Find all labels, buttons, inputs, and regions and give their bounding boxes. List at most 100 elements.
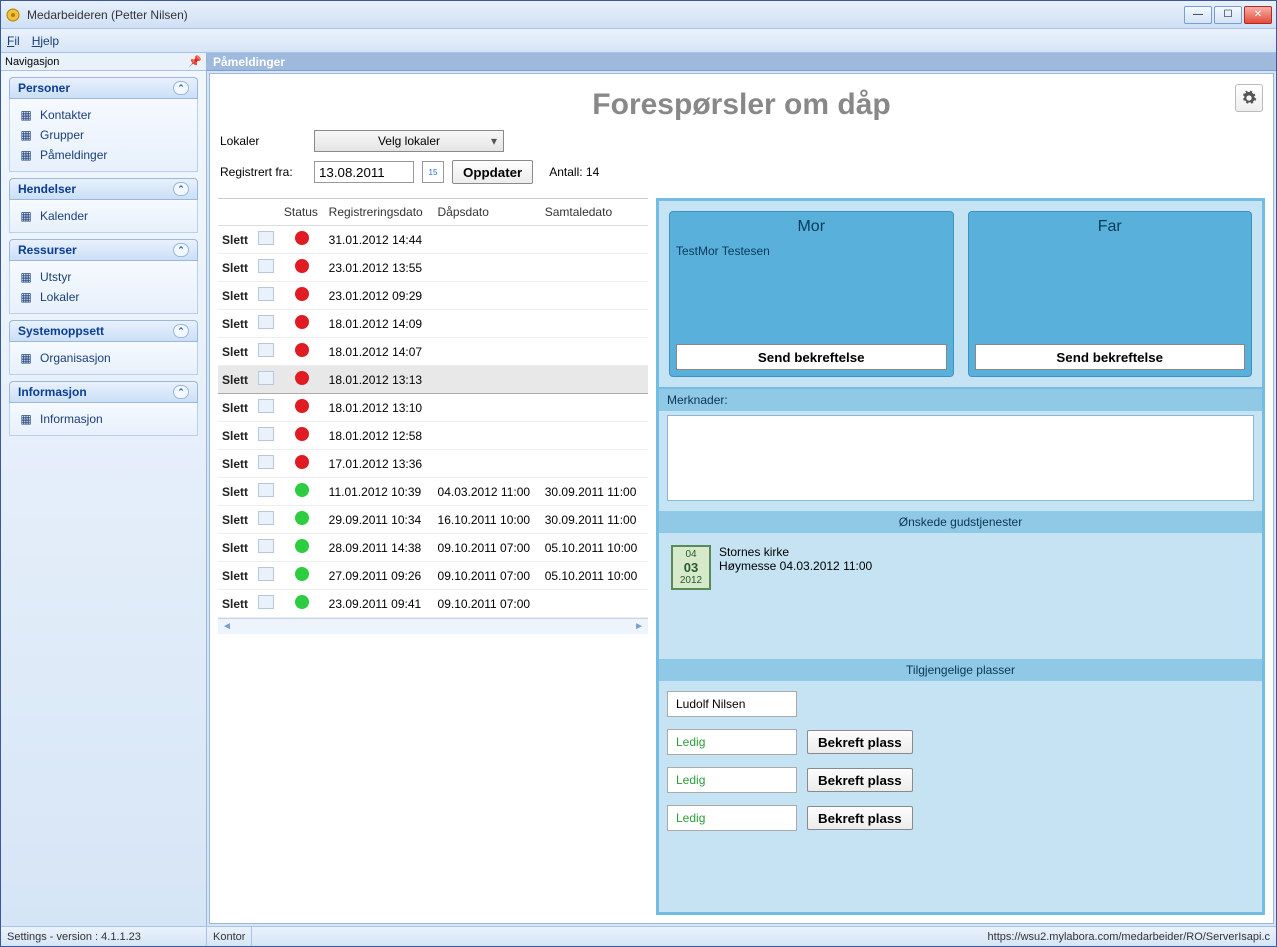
status-version: Settings - version : 4.1.1.23 (1, 927, 207, 946)
row-action-icon[interactable] (258, 231, 274, 245)
nav-item[interactable]: ▦Grupper (14, 125, 193, 145)
tab-signups[interactable]: Påmeldinger (213, 55, 285, 69)
delete-button[interactable]: Slett (222, 513, 248, 527)
table-row[interactable]: Slett 23.01.2012 13:55 (218, 254, 648, 282)
settings-button[interactable] (1235, 84, 1263, 112)
delete-button[interactable]: Slett (222, 233, 248, 247)
row-action-icon[interactable] (258, 315, 274, 329)
nav-item[interactable]: ▦Utstyr (14, 267, 193, 287)
cell-reg: 11.01.2012 10:39 (325, 478, 434, 506)
confirm-slot-button[interactable]: Bekreft plass (807, 768, 913, 792)
org-icon: ▦ (18, 351, 34, 365)
nav-group-header[interactable]: Hendelser⌃ (9, 178, 198, 200)
status-dot (295, 427, 309, 441)
row-action-icon[interactable] (258, 287, 274, 301)
nav-group-header[interactable]: Systemoppsett⌃ (9, 320, 198, 342)
h-scrollbar[interactable]: ◄ ► (218, 618, 648, 634)
confirm-slot-button[interactable]: Bekreft plass (807, 806, 913, 830)
delete-button[interactable]: Slett (222, 485, 248, 499)
nav-group-header[interactable]: Informasjon⌃ (9, 381, 198, 403)
menu-help[interactable]: Hjelp (32, 34, 59, 48)
minimize-button[interactable]: — (1184, 6, 1212, 24)
row-action-icon[interactable] (258, 427, 274, 441)
table-row[interactable]: Slett18.01.2012 13:10 (218, 394, 648, 422)
nav-item[interactable]: ▦Kalender (14, 206, 193, 226)
signup-icon: ▦ (18, 148, 34, 162)
nav-item[interactable]: ▦Kontakter (14, 105, 193, 125)
confirm-slot-button[interactable]: Bekreft plass (807, 730, 913, 754)
row-action-icon[interactable] (258, 455, 274, 469)
nav-group-header[interactable]: Ressurser⌃ (9, 239, 198, 261)
nav-header: Navigasjon 📌 (1, 53, 206, 71)
pin-icon[interactable]: 📌 (188, 55, 202, 68)
nav-group-header[interactable]: Personer⌃ (9, 77, 198, 99)
status-dot (295, 315, 309, 329)
registered-from-input[interactable] (314, 161, 414, 183)
update-button[interactable]: Oppdater (452, 160, 533, 184)
date-picker-button[interactable]: 15 (422, 161, 444, 183)
delete-button[interactable]: Slett (222, 429, 248, 443)
delete-button[interactable]: Slett (222, 373, 248, 387)
table-row[interactable]: Slett23.01.2012 09:29 (218, 282, 648, 310)
table-row[interactable]: Slett23.09.2011 09:4109.10.2011 07:00 (218, 590, 648, 618)
delete-button[interactable]: Slett (222, 597, 248, 611)
delete-button[interactable]: Slett (222, 569, 248, 583)
desired-services: Ønskede gudstjenester 04 03 2012 Stornes… (659, 511, 1262, 659)
nav-item[interactable]: ▦Påmeldinger (14, 145, 193, 165)
delete-button[interactable]: Slett (222, 541, 248, 555)
notes-box[interactable] (667, 415, 1254, 501)
row-action-icon[interactable] (258, 371, 274, 385)
delete-button[interactable]: Slett (222, 289, 248, 303)
requests-table: Status Registreringsdato Dåpsdato Samtal… (218, 198, 648, 915)
table-row[interactable]: Slett27.09.2011 09:2609.10.2011 07:0005.… (218, 562, 648, 590)
table-row[interactable]: Slett18.01.2012 14:07 (218, 338, 648, 366)
status-dot (295, 595, 309, 609)
table-row[interactable]: Slett18.01.2012 14:09 (218, 310, 648, 338)
row-action-icon[interactable] (258, 259, 274, 273)
cell-sam: 05.10.2011 10:00 (541, 562, 648, 590)
menu-file[interactable]: Fil (7, 34, 20, 48)
row-action-icon[interactable] (258, 595, 274, 609)
table-row[interactable]: Slett18.01.2012 13:13 (218, 366, 648, 394)
delete-button[interactable]: Slett (222, 317, 248, 331)
delete-button[interactable]: Slett (222, 401, 248, 415)
lokaler-select[interactable]: Velg lokaler (314, 130, 504, 152)
status-dot (295, 371, 309, 385)
close-button[interactable]: ✕ (1244, 6, 1272, 24)
table-row[interactable]: Slett29.09.2011 10:3416.10.2011 10:0030.… (218, 506, 648, 534)
mother-send-confirm-button[interactable]: Send bekreftelse (676, 344, 947, 370)
cell-dap: 16.10.2011 10:00 (434, 506, 541, 534)
row-action-icon[interactable] (258, 343, 274, 357)
table-row[interactable]: Slett11.01.2012 10:3904.03.2012 11:0030.… (218, 478, 648, 506)
nav-item-label: Utstyr (40, 270, 71, 284)
service-item[interactable]: 04 03 2012 Stornes kirke Høymesse 04.03.… (667, 541, 1254, 651)
table-row[interactable]: Slett18.01.2012 12:58 (218, 422, 648, 450)
cell-reg: 23.01.2012 13:55 (325, 254, 434, 282)
cell-reg: 28.09.2011 14:38 (325, 534, 434, 562)
contacts-icon: ▦ (18, 108, 34, 122)
maximize-button[interactable]: ☐ (1214, 6, 1242, 24)
father-send-confirm-button[interactable]: Send bekreftelse (975, 344, 1246, 370)
father-title: Far (975, 218, 1246, 236)
cell-dap (434, 310, 541, 338)
table-row[interactable]: Slett31.01.2012 14:44 (218, 226, 648, 254)
nav-item[interactable]: ▦Informasjon (14, 409, 193, 429)
delete-button[interactable]: Slett (222, 457, 248, 471)
row-action-icon[interactable] (258, 539, 274, 553)
nav-item[interactable]: ▦ Organisasjon (14, 348, 193, 368)
delete-button[interactable]: Slett (222, 345, 248, 359)
delete-button[interactable]: Slett (222, 261, 248, 275)
status-url: https://wsu2.mylabora.com/medarbeider/RO… (982, 927, 1276, 946)
calendar-icon: ▦ (18, 209, 34, 223)
table-row[interactable]: Slett17.01.2012 13:36 (218, 450, 648, 478)
cell-dap (434, 422, 541, 450)
nav-item-label: Organisasjon (40, 351, 111, 365)
nav-item[interactable]: ▦Lokaler (14, 287, 193, 307)
row-action-icon[interactable] (258, 483, 274, 497)
row-action-icon[interactable] (258, 511, 274, 525)
row-action-icon[interactable] (258, 567, 274, 581)
row-action-icon[interactable] (258, 399, 274, 413)
cell-sam: 30.09.2011 11:00 (541, 506, 648, 534)
table-row[interactable]: Slett28.09.2011 14:3809.10.2011 07:0005.… (218, 534, 648, 562)
service-date-badge: 04 03 2012 (671, 545, 711, 590)
